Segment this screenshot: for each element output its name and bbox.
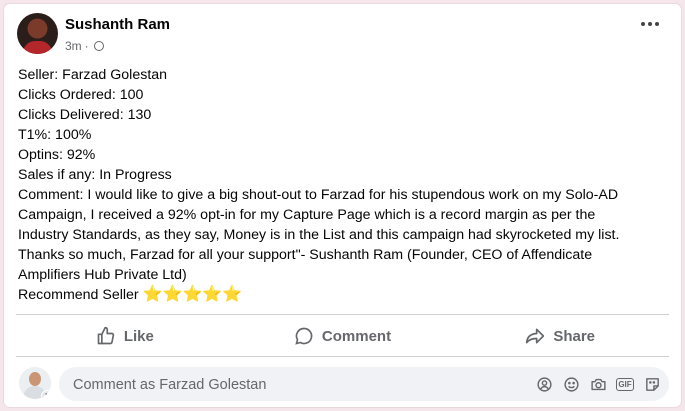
dot xyxy=(648,22,652,26)
share-arrow-icon xyxy=(526,328,545,344)
post-body: Seller: Farzad Golestan Clicks Ordered: … xyxy=(18,65,668,305)
avatar-face xyxy=(29,372,41,386)
post-line: T1%: 100% xyxy=(18,127,92,143)
comment-box: GIF xyxy=(59,367,669,401)
globe-icon[interactable] xyxy=(93,41,104,51)
action-bar: Like Comment Share xyxy=(16,318,669,354)
star-rating-icons: ⭐⭐⭐⭐⭐ xyxy=(142,286,243,303)
meta-separator: · xyxy=(84,39,89,53)
share-button[interactable]: Share xyxy=(451,318,669,354)
like-label: Like xyxy=(123,327,154,345)
comment-tools: GIF xyxy=(535,375,661,393)
avatar-shirt xyxy=(23,41,52,54)
author-avatar[interactable] xyxy=(17,13,58,54)
post-time[interactable]: 3m xyxy=(65,39,82,53)
post-line: Sales if any: In Progress xyxy=(18,167,172,183)
share-label: Share xyxy=(553,327,596,345)
more-options-icon[interactable] xyxy=(641,22,659,26)
divider-top xyxy=(16,314,669,315)
like-button[interactable]: Like xyxy=(16,318,234,354)
sticker-icon[interactable] xyxy=(643,375,661,393)
post-line: Thanks so much, Farzad for all your supp… xyxy=(18,247,593,263)
recommend-line: Recommend Seller ⭐⭐⭐⭐⭐ xyxy=(18,285,668,305)
comment-label: Comment xyxy=(321,327,392,345)
avatar-sticker-icon[interactable] xyxy=(535,375,553,393)
comment-button[interactable]: Comment xyxy=(234,318,452,354)
post-line: Campaign, I received a 92% opt-in for my… xyxy=(18,207,596,223)
chevron-down-icon[interactable]: ▾ xyxy=(41,390,51,399)
post-meta: 3m · xyxy=(65,39,104,53)
author-name[interactable]: Sushanth Ram xyxy=(65,16,170,33)
gif-icon[interactable]: GIF xyxy=(616,375,634,393)
post-line: Clicks Ordered: 100 xyxy=(18,87,144,103)
post-line: Amplifiers Hub Private Ltd) xyxy=(18,267,187,283)
gif-label: GIF xyxy=(616,377,634,391)
camera-icon[interactable] xyxy=(589,375,607,393)
post-line: Optins: 92% xyxy=(18,147,96,163)
post-line: Comment: I would like to give a big shou… xyxy=(18,187,619,203)
post-line: Seller: Farzad Golestan xyxy=(18,67,168,83)
post-card: Sushanth Ram 3m · Seller: Farzad Golesta… xyxy=(4,4,681,407)
post-line: Industry Standards, as they say, Money i… xyxy=(18,227,620,243)
comment-input[interactable] xyxy=(71,375,505,395)
dot xyxy=(655,22,659,26)
comment-composer: ▾ Comment as Farzad Golestan GIF xyxy=(17,364,672,401)
dot xyxy=(641,22,645,26)
current-user-avatar[interactable]: ▾ xyxy=(19,367,51,399)
post-line: Clicks Delivered: 130 xyxy=(18,107,152,123)
divider-bottom xyxy=(16,356,669,357)
thumbs-up-icon xyxy=(97,326,115,345)
speech-bubble-icon xyxy=(295,327,313,345)
recommend-label: Recommend Seller xyxy=(18,287,139,303)
emoji-icon[interactable] xyxy=(562,375,580,393)
